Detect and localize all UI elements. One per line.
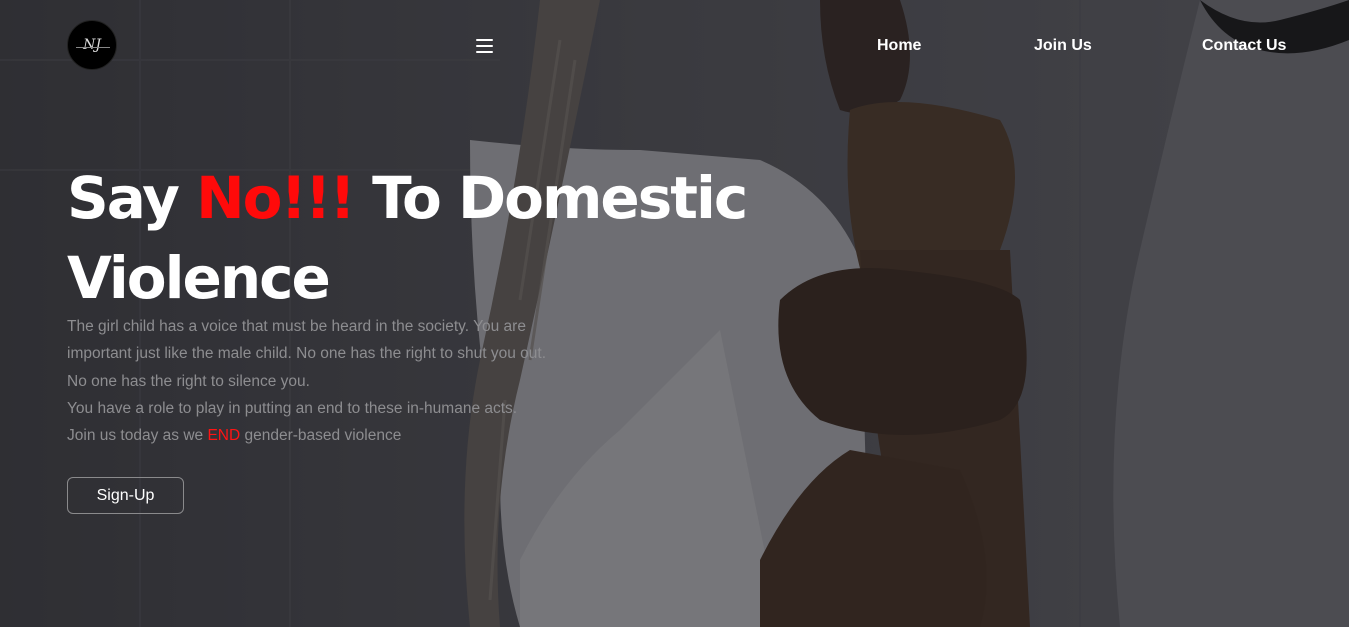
- cta-suffix: gender-based violence: [240, 427, 402, 445]
- description-line: The girl child has a voice that must be …: [67, 318, 526, 335]
- menu-bar: [476, 39, 493, 41]
- menu-bar: [476, 45, 493, 47]
- hero-description: The girl child has a voice that must be …: [67, 313, 587, 449]
- logo-underline: [76, 47, 110, 48]
- hero-section: NJ Home Join Us Contact Us Say No!!! To …: [0, 0, 1349, 627]
- headline-start: Say: [67, 164, 197, 232]
- description-line: You have a role to play in putting an en…: [67, 399, 518, 417]
- logo-text: NJ: [83, 37, 101, 53]
- brand-logo[interactable]: NJ: [67, 20, 117, 70]
- cta-prefix: Join us today as we: [67, 427, 208, 445]
- nav-join-link[interactable]: Join Us: [1034, 37, 1092, 55]
- description-line: important just like the male child. No o…: [67, 345, 547, 363]
- description-line-cta: Join us today as we END gender-based vio…: [67, 422, 587, 449]
- menu-bar: [476, 51, 493, 53]
- headline-accent: No!!!: [196, 164, 356, 232]
- description-line: No one has the right to silence you.: [67, 372, 310, 390]
- hero-headline: Say No!!! To Domestic Violence: [67, 158, 767, 318]
- signup-button[interactable]: Sign-Up: [67, 477, 184, 514]
- nav-contact-link[interactable]: Contact Us: [1202, 37, 1286, 55]
- cta-accent-end: END: [207, 427, 241, 445]
- hamburger-menu-icon[interactable]: [476, 39, 493, 53]
- nav-home-link[interactable]: Home: [877, 37, 921, 55]
